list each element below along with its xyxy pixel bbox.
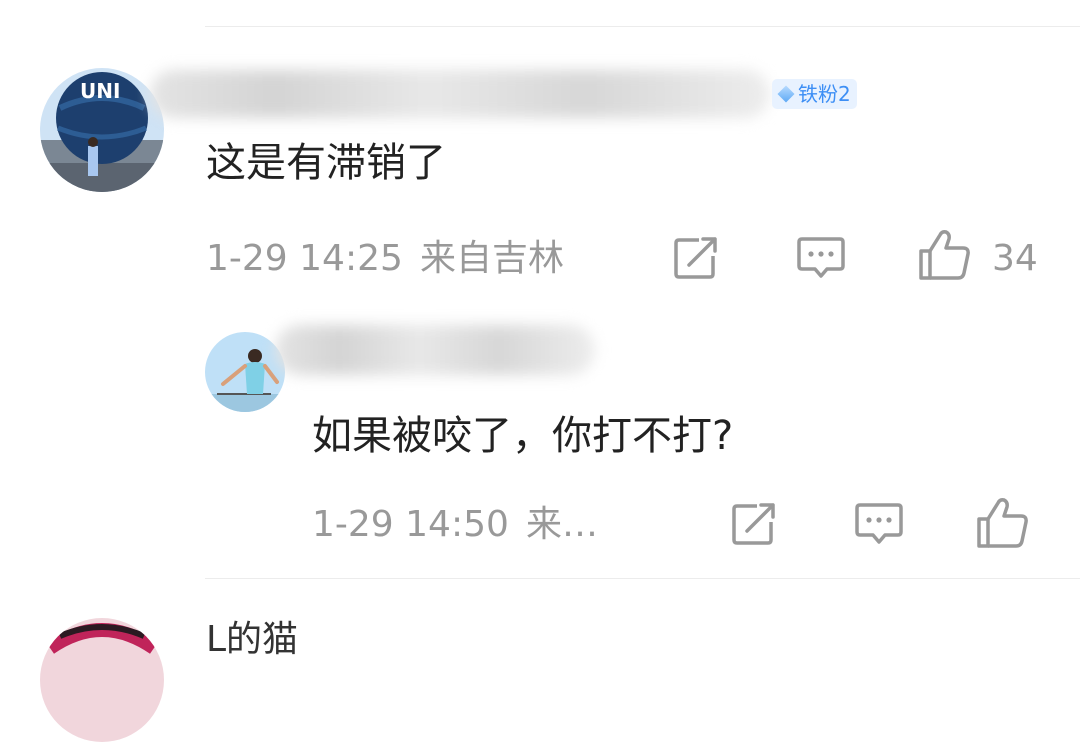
next-comment-avatar[interactable] bbox=[40, 618, 164, 742]
fan-badge[interactable]: 铁粉2 bbox=[772, 79, 857, 109]
thumbs-up-icon bbox=[977, 498, 1028, 548]
reply-location: 来… bbox=[526, 504, 599, 545]
thumbs-up-icon bbox=[919, 230, 970, 280]
top-divider bbox=[205, 26, 1080, 27]
svg-text:UNI: UNI bbox=[80, 79, 120, 103]
reply-username[interactable] bbox=[275, 325, 595, 375]
comment-username[interactable] bbox=[150, 70, 770, 118]
reply-share-button[interactable] bbox=[728, 500, 780, 548]
reply-comment-button[interactable] bbox=[853, 500, 905, 548]
comment-timestamp: 1-29 14:25 bbox=[206, 238, 403, 279]
comment-reply-button[interactable] bbox=[795, 234, 847, 282]
bottom-divider bbox=[205, 578, 1080, 579]
comment-icon bbox=[855, 503, 903, 544]
share-icon bbox=[732, 503, 775, 545]
comment-avatar[interactable]: UNI bbox=[40, 68, 164, 192]
like-count: 34 bbox=[992, 238, 1038, 279]
reply-avatar[interactable] bbox=[205, 332, 285, 412]
fan-badge-label: 铁粉2 bbox=[798, 82, 851, 106]
badge-diamond-icon bbox=[777, 85, 795, 103]
share-icon bbox=[674, 237, 717, 279]
reply-like-button[interactable] bbox=[974, 496, 1032, 550]
comment-icon bbox=[797, 237, 845, 278]
next-comment-username[interactable]: L的猫 bbox=[206, 614, 298, 666]
comment-location: 来自吉林 bbox=[420, 238, 565, 279]
comment-text: 这是有滞销了 bbox=[206, 140, 446, 186]
share-button[interactable] bbox=[670, 234, 722, 282]
like-button[interactable] bbox=[916, 228, 974, 282]
reply-timestamp: 1-29 14:50 bbox=[312, 504, 509, 545]
reply-text: 如果被咬了，你打不打? bbox=[312, 413, 734, 459]
